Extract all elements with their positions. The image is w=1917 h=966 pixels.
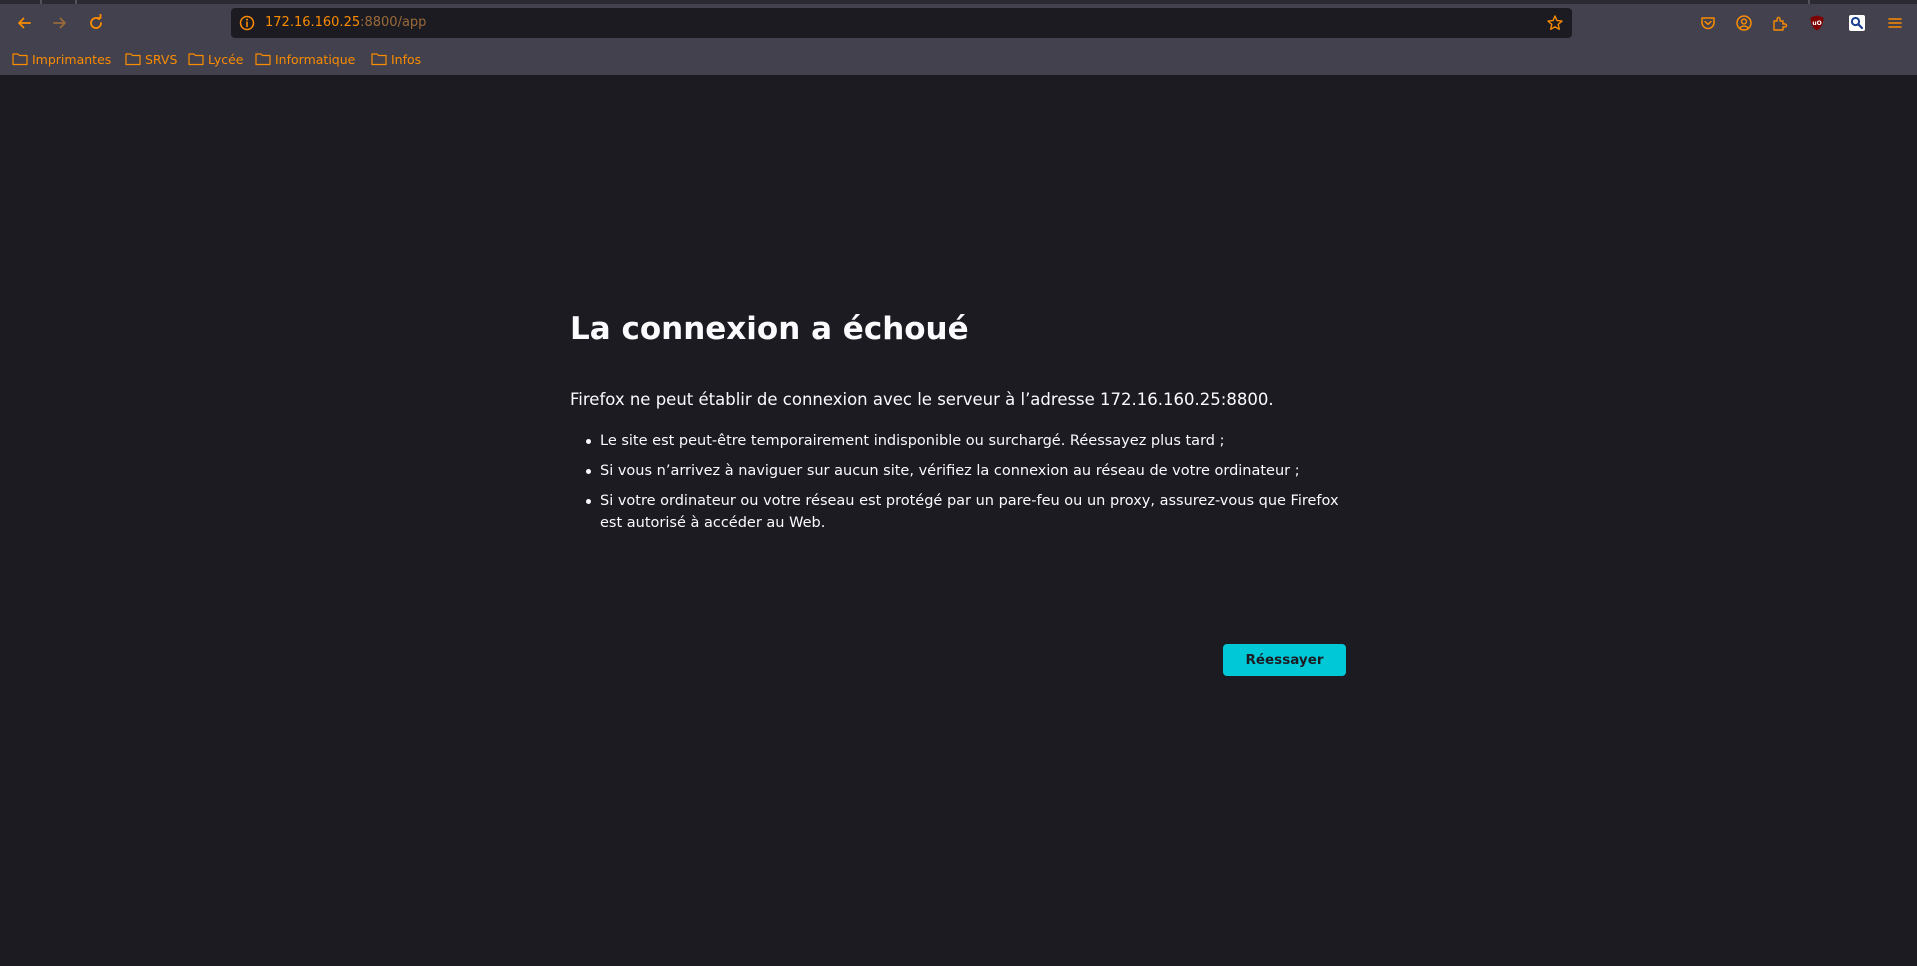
ublock-origin-icon: uO: [1810, 15, 1824, 31]
navigation-toolbar: 172.16.160.25:8800/app uO: [0, 4, 1917, 41]
folder-icon: [12, 53, 28, 66]
pocket-button[interactable]: [1698, 13, 1718, 33]
extensions-button[interactable]: [1770, 13, 1790, 33]
reload-button[interactable]: [82, 9, 110, 37]
bookmark-label: Lycée: [208, 51, 244, 67]
folder-icon: [371, 53, 387, 66]
error-reasons-list: Le site est peut-être temporairement ind…: [570, 430, 1350, 542]
bookmark-folder-informatique[interactable]: Informatique: [255, 50, 355, 68]
bookmark-label: Imprimantes: [32, 51, 112, 67]
reload-icon: [90, 14, 102, 29]
list-item: Le site est peut-être temporairement ind…: [570, 430, 1350, 452]
url-host: 172.16.160.25: [265, 15, 361, 30]
folder-icon: [255, 53, 271, 66]
extensions-icon: [1773, 16, 1788, 31]
list-item: Si votre ordinateur ou votre réseau est …: [570, 490, 1350, 534]
bookmark-label: Informatique: [275, 51, 356, 67]
account-icon: [1736, 15, 1752, 31]
error-description: Firefox ne peut établir de connexion ave…: [570, 390, 1274, 409]
pocket-icon: [1701, 17, 1715, 30]
ublock-label: uO: [1812, 20, 1821, 27]
bookmark-label: SRVS: [145, 51, 178, 67]
hamburger-menu-icon: [1888, 18, 1902, 28]
reason-text: Si vous n’arrivez à naviguer sur aucun s…: [600, 463, 1300, 479]
menu-button[interactable]: [1885, 13, 1905, 33]
forward-button[interactable]: [46, 9, 74, 37]
url-path: :8800/app: [360, 15, 427, 30]
reason-text: Si votre ordinateur ou votre réseau est …: [600, 493, 1339, 531]
browser-chrome: 172.16.160.25:8800/app uO Imprimantes SR…: [0, 0, 1917, 75]
bookmark-folder-infos[interactable]: Infos: [371, 50, 421, 68]
bookmark-folder-srvs[interactable]: SRVS: [125, 50, 177, 68]
back-arrow-icon: [18, 17, 31, 29]
search-extension-button[interactable]: [1847, 13, 1867, 33]
bookmark-label: Infos: [391, 51, 422, 67]
folder-icon: [125, 53, 141, 66]
folder-icon: [188, 53, 204, 66]
bookmark-folder-lycee[interactable]: Lycée: [188, 50, 243, 68]
bullet: [586, 469, 591, 474]
ublock-origin-button[interactable]: uO: [1807, 13, 1827, 33]
back-button[interactable]: [10, 9, 38, 37]
forward-arrow-icon: [53, 17, 66, 29]
info-icon[interactable]: [238, 14, 256, 32]
star-icon[interactable]: [1546, 14, 1564, 32]
address-bar[interactable]: 172.16.160.25:8800/app: [231, 8, 1572, 38]
bullet: [586, 439, 591, 444]
magnifier-icon: [1849, 15, 1865, 31]
account-button[interactable]: [1734, 13, 1754, 33]
error-title: La connexion a échoué: [570, 311, 969, 347]
url-text[interactable]: 172.16.160.25:8800/app: [265, 15, 426, 30]
bullet: [586, 499, 591, 504]
retry-button[interactable]: Réessayer: [1223, 644, 1346, 676]
bookmark-folder-imprimantes[interactable]: Imprimantes: [12, 50, 111, 68]
bookmarks-toolbar: Imprimantes SRVS Lycée Informatique Info…: [0, 47, 1917, 71]
list-item: Si vous n’arrivez à naviguer sur aucun s…: [570, 460, 1350, 482]
reason-text: Le site est peut-être temporairement ind…: [600, 433, 1225, 449]
